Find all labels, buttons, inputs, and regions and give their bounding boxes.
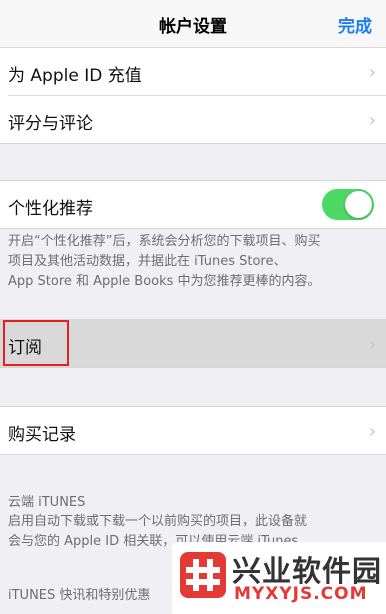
personalized-toggle[interactable]	[322, 189, 374, 220]
personalized-note: 开启“个性化推荐”后，系统会分析您的下载项目、购买 项目及其他活动数据，并据此在…	[8, 232, 373, 292]
purchase-history-row[interactable]: 购买记录 ›	[0, 407, 386, 454]
group-divider	[0, 367, 386, 368]
watermark: 兴业软件园 MYXYJS.COM	[172, 542, 386, 614]
page-title: 帐户设置	[159, 17, 227, 37]
group-divider	[0, 228, 386, 229]
purchase-history-group: 购买记录 ›	[0, 407, 386, 454]
navigation-bar: 帐户设置 完成	[0, 0, 386, 48]
itunes-news-header: iTUNES 快讯和特别优惠	[8, 588, 151, 603]
account-group: 为 Apple ID 充值 › 评分与评论 ›	[0, 48, 386, 143]
note-line: 启用自动下载或下载一个以前购买的项目，此设备就	[8, 514, 308, 529]
chevron-right-icon: ›	[368, 421, 376, 442]
watermark-url: MYXYJS.COM	[234, 584, 368, 604]
chevron-right-icon: ›	[368, 110, 376, 131]
chevron-right-icon: ›	[368, 334, 376, 355]
personalized-row: 个性化推荐	[0, 181, 386, 228]
purchase-history-label: 购买记录	[8, 425, 76, 445]
group-divider	[0, 143, 386, 144]
note-line: 项目及其他活动数据，并据此在 iTunes Store、	[8, 254, 287, 269]
watermark-logo-icon	[180, 552, 226, 598]
note-line: 开启“个性化推荐”后，系统会分析您的下载项目、购买	[8, 234, 321, 249]
group-divider	[0, 454, 386, 455]
personalized-label: 个性化推荐	[8, 199, 93, 219]
toggle-knob	[345, 191, 372, 218]
ratings-reviews-row[interactable]: 评分与评论 ›	[0, 96, 386, 143]
add-funds-label: 为 Apple ID 充值	[8, 66, 142, 86]
add-funds-row[interactable]: 为 Apple ID 充值 ›	[0, 48, 386, 95]
cloud-itunes-header: 云端 iTUNES	[8, 495, 86, 510]
note-line: App Store 和 Apple Books 中为您推荐更棒的内容。	[8, 274, 321, 289]
highlight-annotation	[3, 320, 69, 366]
done-button[interactable]: 完成	[338, 12, 372, 37]
personalized-group: 个性化推荐	[0, 181, 386, 228]
chevron-right-icon: ›	[368, 62, 376, 83]
ratings-reviews-label: 评分与评论	[8, 114, 93, 134]
